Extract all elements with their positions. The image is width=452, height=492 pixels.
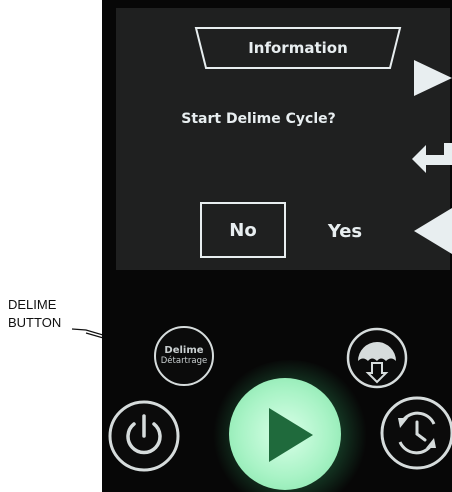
detartrage-label: Détartrage — [160, 356, 208, 366]
triangle-right-icon[interactable] — [412, 58, 452, 98]
triangle-left-icon[interactable] — [412, 206, 452, 256]
information-title: Information — [248, 39, 348, 57]
delime-button-callout: DELIME BUTTON — [8, 296, 98, 332]
timer-cycle-icon[interactable] — [380, 396, 452, 470]
power-icon[interactable] — [108, 400, 180, 472]
delime-label: Delime — [164, 345, 204, 356]
delime-button[interactable]: Delime Détartrage — [154, 326, 214, 386]
display-screen: Information Start Delime Cycle? No Yes — [116, 8, 452, 270]
callout-line-1: DELIME — [8, 297, 57, 312]
play-icon[interactable] — [229, 378, 341, 490]
callout-line-2: BUTTON — [8, 315, 62, 330]
enter-return-icon[interactable] — [410, 141, 452, 175]
no-button[interactable]: No — [200, 202, 286, 258]
drain-icon[interactable] — [346, 327, 408, 389]
information-header: Information — [194, 26, 402, 70]
yes-button[interactable]: Yes — [312, 208, 378, 254]
control-panel: Information Start Delime Cycle? No Yes D… — [102, 0, 452, 492]
delime-prompt: Start Delime Cycle? — [181, 111, 336, 127]
